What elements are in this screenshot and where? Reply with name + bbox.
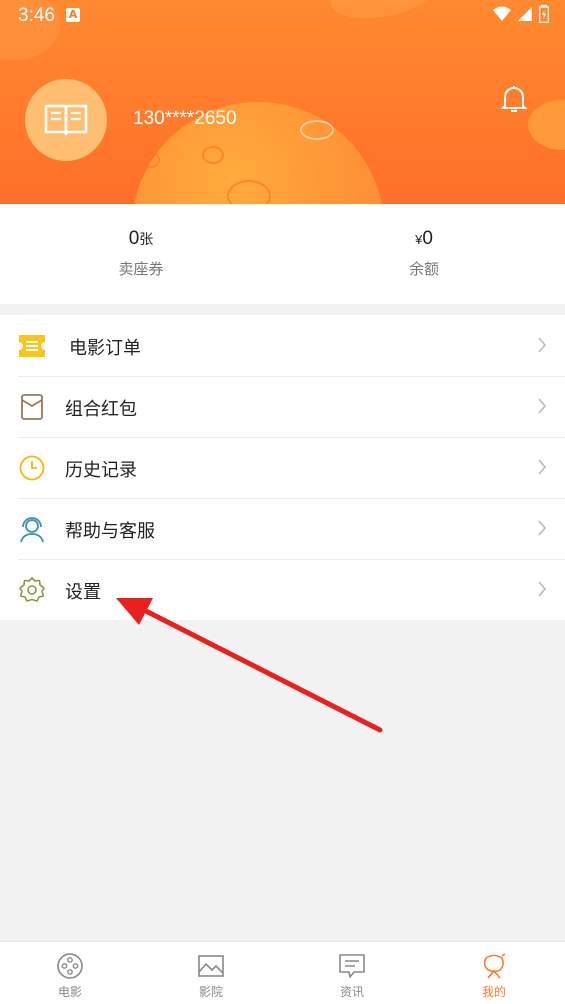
book-icon [44, 104, 88, 136]
menu-label: 历史记录 [65, 460, 137, 481]
bottom-nav: 电影 影院 资讯 我的 [0, 941, 565, 1004]
profile-header: 3:46 A 130****2650 [0, 0, 565, 204]
nav-label: 资讯 [339, 985, 364, 999]
wifi-icon [493, 6, 511, 21]
chevron-right-icon [538, 337, 547, 353]
menu-item-movie-orders[interactable]: 电影订单 [0, 315, 565, 376]
nav-label: 电影 [57, 985, 82, 999]
status-bar: 3:46 A [0, 0, 565, 30]
tab-mine[interactable]: 我的 [464, 952, 524, 1000]
coupon-count: 0 [128, 228, 140, 249]
tab-news[interactable]: 资讯 [322, 952, 382, 1000]
gear-icon [19, 577, 45, 602]
message-icon [339, 954, 365, 978]
profile-icon [483, 953, 506, 979]
bell-icon[interactable] [500, 84, 528, 114]
notification-badge: A [66, 8, 80, 22]
balance-value: 0 [422, 228, 433, 249]
nav-label: 影院 [198, 985, 223, 999]
chevron-right-icon [538, 459, 547, 475]
menu-item-help[interactable]: 帮助与客服 [0, 498, 565, 559]
signal-icon [518, 7, 532, 21]
menu-label: 帮助与客服 [65, 521, 155, 542]
coupon-stat[interactable]: 0张 卖座券 [0, 228, 282, 279]
chevron-right-icon [538, 581, 547, 597]
red-envelope-icon [21, 394, 43, 420]
menu-label: 设置 [65, 582, 101, 603]
landscape-icon [198, 955, 224, 977]
menu-label: 电影订单 [69, 338, 141, 359]
tab-movies[interactable]: 电影 [40, 952, 100, 1000]
tab-cinemas[interactable]: 影院 [181, 952, 241, 1000]
menu-list: 电影订单 组合红包 历史记录 帮助与客服 设置 [0, 315, 565, 620]
nav-label: 我的 [481, 985, 506, 999]
chevron-right-icon [538, 398, 547, 414]
coupon-unit: 张 [139, 231, 154, 247]
balance-stat[interactable]: ¥0 余额 [283, 228, 565, 279]
avatar[interactable] [25, 79, 107, 161]
film-reel-icon [57, 953, 83, 979]
ticket-icon [19, 335, 45, 357]
headset-icon [20, 517, 44, 543]
menu-item-red-envelope[interactable]: 组合红包 [0, 376, 565, 437]
menu-item-settings[interactable]: 设置 [0, 559, 565, 620]
balance-label: 余额 [408, 260, 439, 278]
wallet-stats: 0张 卖座券 ¥0 余额 [0, 204, 565, 304]
menu-item-history[interactable]: 历史记录 [0, 437, 565, 498]
battery-icon [539, 5, 549, 23]
user-phone[interactable]: 130****2650 [133, 108, 237, 130]
coupon-label: 卖座券 [118, 260, 164, 278]
chevron-right-icon [538, 520, 547, 536]
clock-icon [19, 455, 45, 481]
decor-planet [528, 100, 565, 150]
status-time: 3:46 [18, 5, 55, 26]
menu-label: 组合红包 [65, 399, 137, 420]
